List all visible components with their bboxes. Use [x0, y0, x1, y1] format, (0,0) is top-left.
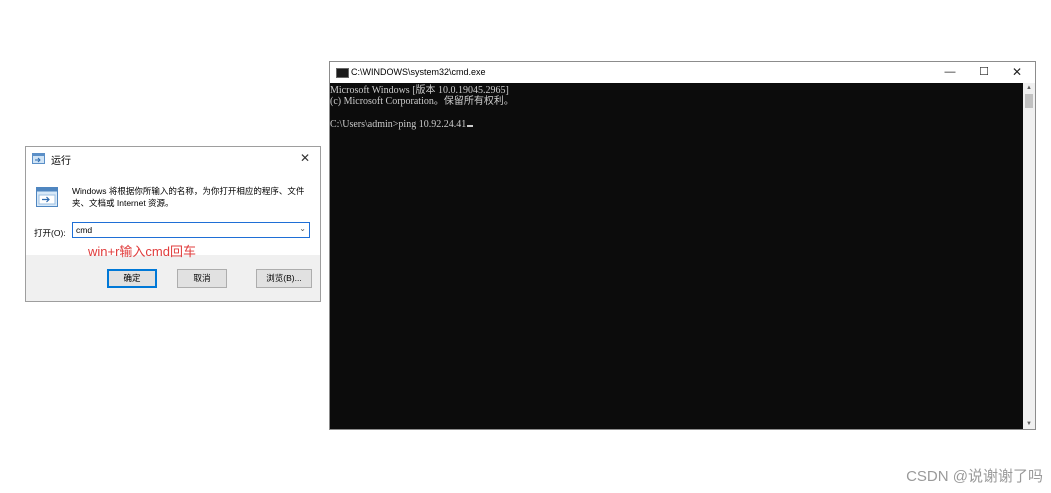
console-icon [336, 68, 349, 78]
open-input[interactable]: cmd ⌄ [72, 222, 310, 238]
console-prompt-text: C:\Users\admin>ping 10.92.24.41 [330, 119, 467, 130]
cmd-window: C:\WINDOWS\system32\cmd.exe — ☐ ✕ Micros… [329, 61, 1036, 430]
cancel-button[interactable]: 取消 [177, 269, 227, 288]
run-dialog: 运行 ✕ Windows 将根据你所输入的名称，为你打开相应的程序、文件夹、文档… [25, 146, 321, 302]
open-input-value: cmd [76, 225, 93, 235]
run-description: Windows 将根据你所输入的名称，为你打开相应的程序、文件夹、文档或 Int… [72, 186, 305, 208]
scrollbar-thumb[interactable] [1025, 94, 1033, 108]
console-line: (c) Microsoft Corporation。保留所有权利。 [330, 96, 514, 107]
text-cursor [467, 125, 474, 127]
maximize-icon[interactable]: ☐ [972, 64, 996, 80]
ok-button[interactable]: 确定 [107, 269, 157, 288]
run-icon [32, 153, 45, 164]
cmd-window-title: C:\WINDOWS\system32\cmd.exe [351, 67, 486, 77]
vertical-scrollbar[interactable]: ▲ ▼ [1023, 83, 1035, 429]
run-dialog-title: 运行 [51, 156, 71, 167]
scroll-up-icon[interactable]: ▲ [1023, 83, 1035, 93]
close-icon[interactable]: ✕ [1005, 64, 1029, 80]
open-label: 打开(O): [34, 228, 66, 238]
scroll-down-icon[interactable]: ▼ [1023, 419, 1035, 429]
minimize-icon[interactable]: — [938, 64, 962, 80]
cmd-titlebar: C:\WINDOWS\system32\cmd.exe — ☐ ✕ [330, 62, 1035, 83]
run-program-icon [36, 187, 58, 207]
run-titlebar: 运行 ✕ [26, 147, 320, 171]
watermark: CSDN @说谢谢了吗 [906, 468, 1043, 485]
annotation-text: win+r输入cmd回车 [88, 244, 196, 259]
console-output[interactable]: Microsoft Windows [版本 10.0.19045.2965] (… [330, 83, 1024, 429]
chevron-down-icon[interactable]: ⌄ [299, 224, 306, 233]
console-prompt: C:\Users\admin>ping 10.92.24.41 [330, 119, 474, 131]
browse-button[interactable]: 浏览(B)... [256, 269, 312, 288]
close-icon[interactable]: ✕ [298, 150, 312, 166]
console-line: Microsoft Windows [版本 10.0.19045.2965] [330, 85, 509, 96]
